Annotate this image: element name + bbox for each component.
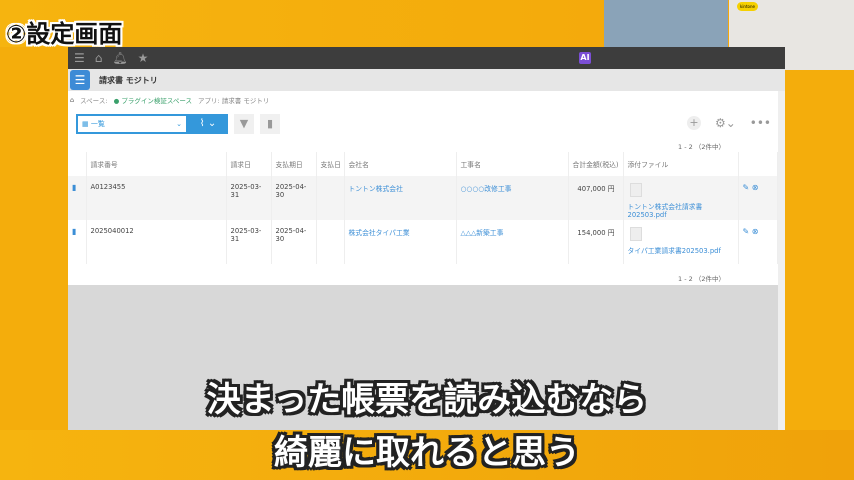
app-header: ☰ 請求書 モジトリ: [68, 69, 785, 91]
filter-icon[interactable]: ▼: [234, 114, 254, 134]
pager-bottom: 1 - 2 （2件中）: [678, 275, 725, 283]
file-thumbnail[interactable]: [629, 183, 642, 197]
home-icon[interactable]: ⌂: [70, 96, 74, 104]
chevron-down-icon: ⌄: [176, 120, 182, 128]
add-record-button[interactable]: +: [686, 116, 701, 130]
pager-top: 1 - 2 （2件中）: [678, 143, 725, 151]
kintone-logo: kintone: [737, 2, 758, 11]
records-table: 請求番号 請求日 支払期日 支払日 会社名 工事名 合計金額(税込) 添付ファイ…: [68, 152, 778, 264]
table-row: ▮ 2025040012 2025-03-31 2025-04-30 株式会社タ…: [68, 220, 778, 264]
view-select[interactable]: ▦ 一覧 ⌄: [76, 114, 188, 134]
section-title: ②設定画面: [6, 20, 123, 48]
home-icon[interactable]: ⌂: [95, 51, 103, 65]
app-icon: ☰: [70, 70, 90, 90]
file-thumbnail[interactable]: [629, 227, 642, 241]
top-nav: ☰ ⌂ 🔔︎ ★ AI: [68, 47, 785, 69]
bell-icon[interactable]: 🔔︎: [112, 51, 127, 65]
edit-icon[interactable]: ✎: [743, 227, 750, 236]
record-list: ⌂ スペース: ● プラグイン検証スペース アプリ: 請求書 モジトリ ▦ 一覧…: [68, 91, 785, 285]
table-row: ▮ A0123455 2025-03-31 2025-04-30 トントン株式会…: [68, 176, 778, 220]
app-title: 請求書 モジトリ: [99, 75, 158, 85]
gear-icon[interactable]: ⚙⌄: [715, 116, 736, 130]
more-icon[interactable]: •••: [750, 116, 771, 130]
graph-button[interactable]: ⌇ ⌄: [188, 114, 228, 134]
ai-button[interactable]: AI: [579, 52, 591, 64]
chart-icon[interactable]: ▮: [260, 114, 280, 134]
record-detail-icon[interactable]: ▮: [68, 220, 87, 264]
delete-icon[interactable]: ⊗: [752, 227, 759, 236]
edit-icon[interactable]: ✎: [743, 183, 750, 192]
breadcrumb: ⌂ スペース: ● プラグイン検証スペース アプリ: 請求書 モジトリ: [70, 95, 270, 105]
caption-line-1: 決まった帳票を読み込むなら: [206, 380, 648, 420]
caption-line-2: 綺麗に取れると思う: [274, 433, 580, 473]
breadcrumb-app[interactable]: アプリ: 請求書 モジトリ: [198, 95, 269, 105]
menu-icon[interactable]: ☰: [74, 51, 85, 65]
breadcrumb-space[interactable]: ● プラグイン検証スペース: [114, 95, 192, 105]
record-detail-icon[interactable]: ▮: [68, 176, 87, 220]
star-icon[interactable]: ★: [138, 51, 149, 65]
delete-icon[interactable]: ⊗: [752, 183, 759, 192]
